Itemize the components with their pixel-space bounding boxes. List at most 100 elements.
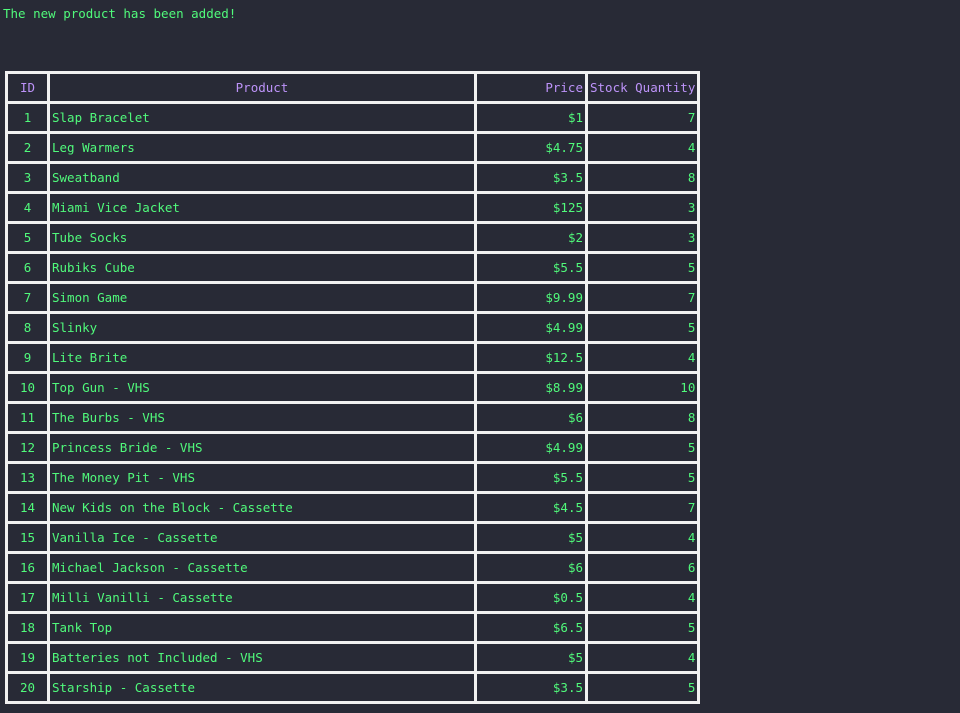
cell-product: Batteries not Included - VHS — [50, 644, 474, 671]
cell-price: $3.5 — [477, 164, 585, 191]
table-row: 7 Simon Game $9.99 7 — [8, 284, 698, 311]
cell-id: 2 — [8, 134, 47, 161]
table-row: 9 Lite Brite $12.5 4 — [8, 344, 698, 371]
table-row: 15 Vanilla Ice - Cassette $5 4 — [8, 524, 698, 551]
cell-price: $4.5 — [477, 494, 585, 521]
cell-product: Tube Socks — [50, 224, 474, 251]
cell-id: 13 — [8, 464, 47, 491]
table-row: 5 Tube Socks $2 3 — [8, 224, 698, 251]
cell-id: 1 — [8, 104, 47, 131]
cell-product: Milli Vanilli - Cassette — [50, 584, 474, 611]
cell-id: 19 — [8, 644, 47, 671]
cell-id: 16 — [8, 554, 47, 581]
cell-price: $5 — [477, 644, 585, 671]
cell-id: 4 — [8, 194, 47, 221]
cell-product: Simon Game — [50, 284, 474, 311]
table-row: 2 Leg Warmers $4.75 4 — [8, 134, 698, 161]
cell-id: 20 — [8, 674, 47, 701]
cell-product: Princess Bride - VHS — [50, 434, 474, 461]
cell-id: 6 — [8, 254, 47, 281]
table-row: 20 Starship - Cassette $3.5 5 — [8, 674, 698, 701]
cell-stock-quantity: 4 — [588, 134, 698, 161]
cell-product: Starship - Cassette — [50, 674, 474, 701]
header-stock-quantity: Stock Quantity — [588, 74, 698, 101]
cell-id: 17 — [8, 584, 47, 611]
table-row: 16 Michael Jackson - Cassette $6 6 — [8, 554, 698, 581]
cell-stock-quantity: 4 — [588, 344, 698, 371]
cell-stock-quantity: 5 — [588, 314, 698, 341]
cell-product: Leg Warmers — [50, 134, 474, 161]
cell-product: Lite Brite — [50, 344, 474, 371]
cell-price: $4.75 — [477, 134, 585, 161]
cell-product: Miami Vice Jacket — [50, 194, 474, 221]
cell-price: $5 — [477, 524, 585, 551]
cell-stock-quantity: 5 — [588, 614, 698, 641]
cell-id: 15 — [8, 524, 47, 551]
table-body: 1 Slap Bracelet $1 7 2 Leg Warmers $4.75 4 3 Swea… — [8, 104, 698, 701]
cell-price: $6 — [477, 404, 585, 431]
cell-price: $5.5 — [477, 254, 585, 281]
cell-price: $2 — [477, 224, 585, 251]
cell-stock-quantity: 6 — [588, 554, 698, 581]
cell-product: Michael Jackson - Cassette — [50, 554, 474, 581]
cell-price: $6.5 — [477, 614, 585, 641]
cell-stock-quantity: 5 — [588, 434, 698, 461]
cell-id: 10 — [8, 374, 47, 401]
cell-id: 8 — [8, 314, 47, 341]
cell-stock-quantity: 5 — [588, 674, 698, 701]
cell-price: $4.99 — [477, 314, 585, 341]
table-row: 4 Miami Vice Jacket $125 3 — [8, 194, 698, 221]
status-message: The new product has been added! — [3, 6, 237, 21]
cell-price: $4.99 — [477, 434, 585, 461]
cell-product: Slinky — [50, 314, 474, 341]
products-table-container: ID Product Price Stock Quantity 1 Slap Br… — [5, 71, 701, 704]
cell-price: $5.5 — [477, 464, 585, 491]
cell-stock-quantity: 5 — [588, 464, 698, 491]
cell-stock-quantity: 3 — [588, 194, 698, 221]
cell-id: 7 — [8, 284, 47, 311]
table-row: 14 New Kids on the Block - Cassette $4.5 7 — [8, 494, 698, 521]
cell-product: New Kids on the Block - Cassette — [50, 494, 474, 521]
cell-stock-quantity: 10 — [588, 374, 698, 401]
table-header-row: ID Product Price Stock Quantity — [8, 74, 698, 101]
cell-id: 5 — [8, 224, 47, 251]
table-row: 12 Princess Bride - VHS $4.99 5 — [8, 434, 698, 461]
cell-price: $3.5 — [477, 674, 585, 701]
cell-price: $9.99 — [477, 284, 585, 311]
cell-stock-quantity: 5 — [588, 254, 698, 281]
cell-price: $6 — [477, 554, 585, 581]
cell-price: $8.99 — [477, 374, 585, 401]
cell-id: 9 — [8, 344, 47, 371]
cell-product: Slap Bracelet — [50, 104, 474, 131]
table-row: 17 Milli Vanilli - Cassette $0.5 4 — [8, 584, 698, 611]
cell-stock-quantity: 7 — [588, 284, 698, 311]
table-row: 8 Slinky $4.99 5 — [8, 314, 698, 341]
cell-product: The Money Pit - VHS — [50, 464, 474, 491]
cell-price: $125 — [477, 194, 585, 221]
table-row: 6 Rubiks Cube $5.5 5 — [8, 254, 698, 281]
cell-price: $1 — [477, 104, 585, 131]
cell-id: 3 — [8, 164, 47, 191]
header-product: Product — [50, 74, 474, 101]
table-row: 3 Sweatband $3.5 8 — [8, 164, 698, 191]
table-row: 13 The Money Pit - VHS $5.5 5 — [8, 464, 698, 491]
header-id: ID — [8, 74, 47, 101]
table-row: 18 Tank Top $6.5 5 — [8, 614, 698, 641]
cell-product: Sweatband — [50, 164, 474, 191]
cell-price: $0.5 — [477, 584, 585, 611]
cell-product: Tank Top — [50, 614, 474, 641]
cell-stock-quantity: 4 — [588, 584, 698, 611]
header-price: Price — [477, 74, 585, 101]
cell-product: Top Gun - VHS — [50, 374, 474, 401]
table-row: 10 Top Gun - VHS $8.99 10 — [8, 374, 698, 401]
table-row: 19 Batteries not Included - VHS $5 4 — [8, 644, 698, 671]
cell-id: 12 — [8, 434, 47, 461]
cell-stock-quantity: 3 — [588, 224, 698, 251]
cell-product: Rubiks Cube — [50, 254, 474, 281]
cell-stock-quantity: 8 — [588, 404, 698, 431]
table-row: 1 Slap Bracelet $1 7 — [8, 104, 698, 131]
cell-product: Vanilla Ice - Cassette — [50, 524, 474, 551]
cell-id: 14 — [8, 494, 47, 521]
cell-stock-quantity: 7 — [588, 104, 698, 131]
cell-stock-quantity: 8 — [588, 164, 698, 191]
